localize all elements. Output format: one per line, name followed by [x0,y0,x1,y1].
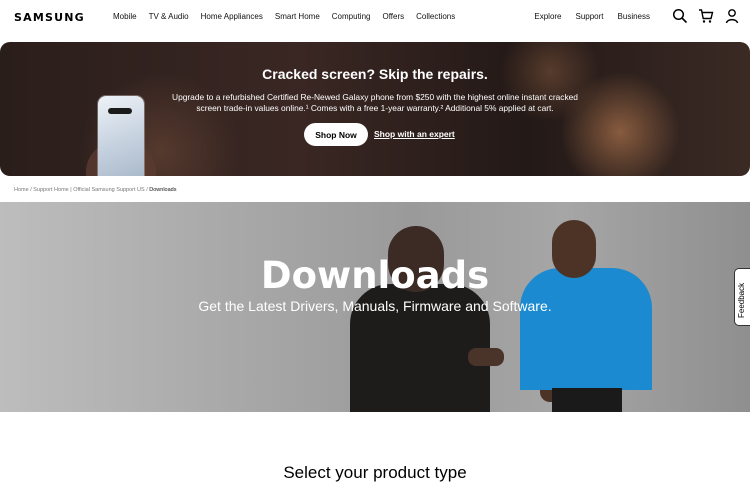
feedback-tab[interactable]: Feedback [734,268,750,326]
top-navigation: SAMSUNG Mobile TV & Audio Home Appliance… [0,0,750,36]
downloads-hero: Downloads Get the Latest Drivers, Manual… [0,202,750,412]
breadcrumb-official-support[interactable]: Official Samsung Support US [73,187,144,193]
hero-subtitle: Get the Latest Drivers, Manuals, Firmwar… [198,298,552,314]
nav-item-home-appliances[interactable]: Home Appliances [201,12,263,21]
breadcrumb-current: Downloads [149,187,177,193]
hero-person-2-belt [552,388,622,412]
nav-item-explore[interactable]: Explore [534,12,561,21]
promo-description: Upgrade to a refurbished Certified Re-Ne… [172,92,578,113]
cart-icon[interactable] [698,8,714,24]
breadcrumb-support-home[interactable]: Support Home [33,187,68,193]
nav-item-tv-audio[interactable]: TV & Audio [149,12,189,21]
select-product-type-heading: Select your product type [283,463,467,482]
header-icons [672,8,740,24]
nav-item-support[interactable]: Support [576,12,604,21]
promo-title: Cracked screen? Skip the repairs. [262,66,488,82]
main-nav: Mobile TV & Audio Home Appliances Smart … [113,12,467,21]
secondary-nav: Explore Support Business [520,12,650,21]
nav-item-collections[interactable]: Collections [416,12,455,21]
shop-now-button[interactable]: Shop Now [304,123,368,146]
nav-item-mobile[interactable]: Mobile [113,12,137,21]
phone-camera [108,108,132,114]
samsung-logo[interactable]: SAMSUNG [14,11,85,24]
search-icon[interactable] [672,8,688,24]
feedback-label: Feedback [737,282,746,318]
hero-title: Downloads [260,254,490,297]
shop-with-expert-link[interactable]: Shop with an expert [374,129,455,139]
user-icon[interactable] [724,8,740,24]
nav-item-computing[interactable]: Computing [332,12,371,21]
nav-item-business[interactable]: Business [618,12,650,21]
nav-item-smart-home[interactable]: Smart Home [275,12,320,21]
nav-item-offers[interactable]: Offers [382,12,404,21]
hero-person-1-hand [468,348,504,366]
breadcrumb: Home / Support Home | Official Samsung S… [14,187,176,193]
breadcrumb-home[interactable]: Home [14,187,29,193]
